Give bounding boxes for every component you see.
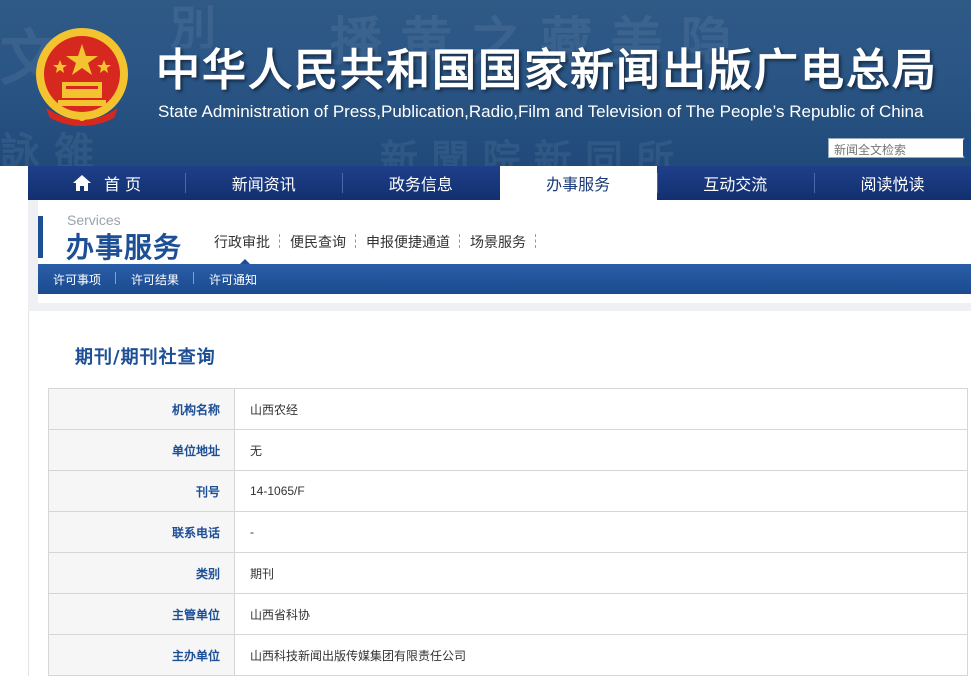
nav-item-government-info[interactable]: 政务信息 [342, 166, 499, 200]
field-value: 无 [234, 429, 968, 471]
table-row: 主管单位 山西省科协 [48, 593, 968, 635]
field-label: 主管单位 [48, 593, 235, 635]
tab-public-query[interactable]: 便民查询 [280, 232, 356, 252]
site-title: 中华人民共和国国家新闻出版广电总局 [156, 45, 938, 96]
nav-item-services[interactable]: 办事服务 [499, 166, 657, 200]
field-value: 期刊 [234, 552, 968, 594]
national-emblem-icon [36, 28, 128, 126]
search-input[interactable] [829, 141, 962, 159]
nav-item-label: 政务信息 [388, 175, 453, 194]
section-tabs: 行政审批 便民查询 申报便捷通道 场景服务 [214, 232, 536, 266]
nav-item-reading[interactable]: 阅读悦读 [813, 166, 971, 200]
section-accent-bar [38, 216, 43, 258]
section-title: 办事服务 [66, 231, 183, 264]
nav-item-label: 新闻资讯 [231, 175, 296, 194]
table-row: 联系电话 - [48, 511, 968, 553]
nav-item-label: 办事服务 [546, 175, 611, 194]
nav-item-label: 首 页 [104, 175, 142, 194]
search-box [828, 138, 965, 159]
main-nav: 首 页 新闻资讯 政务信息 办事服务 互动交流 阅读悦读 [28, 166, 971, 200]
search-button[interactable] [963, 138, 971, 158]
table-row: 机构名称 山西农经 [48, 388, 968, 430]
field-value: 山西省科协 [234, 593, 968, 635]
nav-item-home[interactable]: 首 页 [28, 166, 185, 200]
field-label: 类别 [48, 552, 235, 594]
table-row: 单位地址 无 [48, 429, 968, 471]
field-label: 联系电话 [48, 511, 235, 553]
subnav-license-results[interactable]: 许可结果 [116, 271, 195, 288]
table-row: 刊号 14-1065/F [48, 470, 968, 512]
field-label: 单位地址 [48, 429, 235, 471]
sub-navigation: 许可事项 许可结果 许可通知 [38, 264, 971, 294]
nav-item-news[interactable]: 新闻资讯 [185, 166, 342, 200]
subnav-license-notices[interactable]: 许可通知 [194, 271, 272, 288]
tab-fast-declaration[interactable]: 申报便捷通道 [356, 232, 460, 252]
field-label: 刊号 [48, 470, 235, 512]
journal-info-table: 机构名称 山西农经 单位地址 无 刊号 14-1065/F 联系电话 - 类别 … [48, 388, 968, 676]
table-row: 主办单位 山西科技新闻出版传媒集团有限责任公司 [48, 634, 968, 676]
home-icon [73, 175, 92, 191]
nav-item-label: 阅读悦读 [860, 175, 925, 194]
subnav-license-items[interactable]: 许可事项 [38, 271, 117, 288]
field-value: 14-1065/F [234, 470, 968, 512]
section-side-strip [28, 200, 38, 310]
field-value: 山西农经 [234, 388, 968, 430]
table-row: 类别 期刊 [48, 552, 968, 594]
page-title: 期刊/期刊社查询 [75, 347, 216, 368]
header-banner: 文 別 播 黄 之 藏 美 隐 詠 雒 新 聞 院 新 同 所 中华人民共和国国… [0, 0, 971, 166]
field-value: 山西科技新闻出版传媒集团有限责任公司 [234, 634, 968, 676]
field-label: 机构名称 [48, 388, 235, 430]
tab-scenario-services[interactable]: 场景服务 [460, 232, 536, 252]
field-value: - [234, 511, 968, 553]
field-label: 主办单位 [48, 634, 235, 676]
nav-item-label: 互动交流 [703, 175, 768, 194]
nav-item-interaction[interactable]: 互动交流 [656, 166, 814, 200]
site-title-english: State Administration of Press,Publicatio… [158, 102, 924, 121]
tab-administrative-approval[interactable]: 行政审批 [214, 232, 280, 266]
